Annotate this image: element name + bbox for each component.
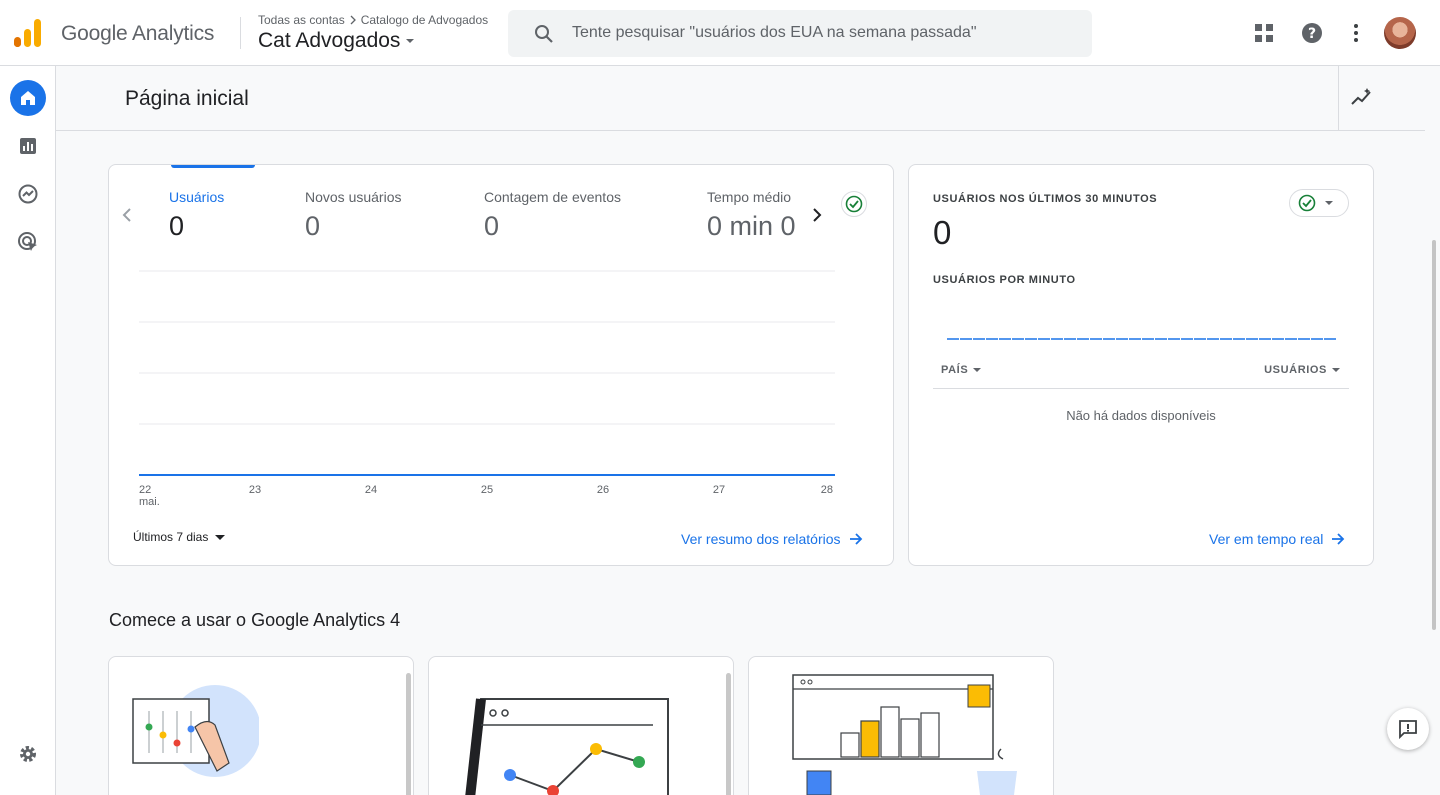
search-icon [535, 25, 553, 43]
feedback-icon [1399, 720, 1417, 740]
metric-label: Tempo médio [707, 189, 792, 205]
x-tick-label: 25 [481, 484, 493, 496]
x-tick-label: 22 [139, 484, 151, 496]
users-per-minute-sparkline [947, 338, 1337, 340]
breadcrumb[interactable]: Todas as contas Catalogo de Advogados [258, 13, 488, 27]
realtime-status-dropdown[interactable] [1289, 189, 1349, 217]
users-line-chart: 22 23 24 25 26 27 28 mai. [139, 270, 835, 508]
check-circle-icon [1298, 194, 1316, 212]
search-box[interactable]: Tente pesquisar "usuários dos EUA na sem… [508, 10, 1092, 57]
card-scrollbar[interactable] [726, 673, 731, 795]
nav-home[interactable] [10, 80, 46, 116]
nav-reports[interactable] [10, 128, 46, 164]
insights-icon[interactable] [1350, 86, 1374, 110]
metric-tab-event-count[interactable]: Contagem de eventos 0 [484, 189, 621, 242]
caret-down-icon [406, 39, 415, 43]
search-input[interactable]: Tente pesquisar "usuários dos EUA na sem… [572, 24, 977, 42]
x-tick-label: 24 [365, 484, 377, 496]
insights-divider [1338, 66, 1339, 130]
getting-started-card-3[interactable] [748, 656, 1054, 795]
x-tick-label: 27 [713, 484, 725, 496]
realtime-card: USUÁRIOS NOS ÚLTIMOS 30 MINUTOS 0 USUÁRI… [908, 164, 1374, 566]
metric-tab-new-users[interactable]: Novos usuários 0 [305, 189, 402, 242]
x-tick-label: 26 [597, 484, 609, 496]
advertising-icon [18, 232, 37, 251]
property-selector[interactable]: Cat Advogados [258, 29, 416, 53]
explore-icon [18, 184, 38, 204]
column-country-label: PAÍS [941, 364, 969, 376]
help-icon[interactable]: ? [1300, 21, 1324, 45]
more-vert-icon[interactable] [1344, 21, 1368, 45]
date-range-label: Últimos 7 dias [133, 530, 209, 544]
avatar[interactable] [1384, 17, 1416, 49]
breadcrumb-account[interactable]: Todas as contas [258, 13, 345, 27]
caret-down-icon [1332, 368, 1340, 372]
page-title: Página inicial [125, 87, 249, 110]
x-tick-label: 28 [821, 484, 833, 496]
metric-label: Contagem de eventos [484, 189, 621, 205]
view-realtime-label: Ver em tempo real [1209, 531, 1324, 547]
apps-grid-icon[interactable] [1252, 21, 1276, 45]
page-header: Página inicial [56, 66, 1425, 131]
realtime-value: 0 [933, 214, 952, 251]
x-tick-sublabel: mai. [139, 496, 160, 508]
metric-label: Novos usuários [305, 189, 402, 205]
nav-settings[interactable] [10, 736, 46, 772]
reports-illustration-icon [465, 698, 669, 795]
customize-illustration-icon [132, 685, 259, 777]
view-realtime-link[interactable]: Ver em tempo real [1209, 531, 1345, 547]
chevron-right-icon [350, 15, 356, 25]
view-reports-link[interactable]: Ver resumo dos relatórios [681, 531, 863, 547]
feedback-button[interactable] [1387, 708, 1429, 750]
getting-started-card-1[interactable] [108, 656, 414, 795]
realtime-table-header: PAÍS USUÁRIOS [933, 361, 1349, 389]
insights-illustration-icon [792, 674, 1017, 795]
getting-started-card-2[interactable] [428, 656, 734, 795]
card-scrollbar[interactable] [406, 673, 411, 795]
realtime-title: USUÁRIOS NOS ÚLTIMOS 30 MINUTOS [933, 193, 1158, 205]
caret-down-icon [973, 368, 982, 372]
date-range-selector[interactable]: Últimos 7 dias [133, 530, 226, 544]
metric-value: 0 [484, 211, 500, 241]
property-name: Cat Advogados [258, 29, 401, 52]
nav-advertising[interactable] [10, 224, 46, 260]
caret-down-icon [1325, 201, 1333, 205]
column-users[interactable]: USUÁRIOS [1264, 364, 1341, 376]
metric-value: 0 [305, 211, 321, 241]
metric-value: 0 min 0 [707, 211, 796, 241]
page-scrollbar[interactable] [1432, 240, 1436, 630]
overview-card: Usuários 0 Novos usuários 0 Contagem de … [108, 164, 894, 566]
metric-tab-avg-time[interactable]: Tempo médio 0 min 0 [707, 189, 797, 242]
column-users-label: USUÁRIOS [1264, 364, 1327, 376]
nav-explore[interactable] [10, 176, 46, 212]
header-divider [240, 17, 241, 49]
left-nav-rail [0, 66, 56, 795]
getting-started-title: Comece a usar o Google Analytics 4 [109, 610, 401, 630]
reports-icon [20, 138, 36, 154]
metric-value: 0 [169, 211, 185, 241]
chevron-left-icon[interactable] [119, 205, 135, 225]
top-bar: Google Analytics Todas as contas Catalog… [0, 0, 1440, 66]
arrow-right-icon [849, 533, 862, 545]
metric-tab-users[interactable]: Usuários 0 [169, 189, 224, 242]
settings-icon [20, 746, 36, 762]
view-reports-label: Ver resumo dos relatórios [681, 531, 841, 547]
column-country[interactable]: PAÍS [941, 364, 982, 376]
x-tick-label: 23 [249, 484, 261, 496]
data-quality-check[interactable] [841, 191, 867, 217]
analytics-logo-icon[interactable] [14, 17, 42, 49]
caret-down-icon [215, 535, 226, 540]
arrow-right-icon [1332, 533, 1345, 545]
selected-tab-indicator [171, 165, 255, 168]
users-per-minute-label: USUÁRIOS POR MINUTO [933, 274, 1076, 286]
metric-label: Usuários [169, 189, 225, 205]
home-icon [21, 91, 35, 105]
no-data-message: Não há dados disponíveis [1066, 408, 1216, 423]
breadcrumb-property[interactable]: Catalogo de Advogados [361, 13, 488, 27]
check-circle-icon [845, 195, 863, 213]
chevron-right-icon[interactable] [809, 205, 825, 225]
svg-text:?: ? [1308, 26, 1316, 42]
product-name: Google Analytics [61, 22, 215, 45]
